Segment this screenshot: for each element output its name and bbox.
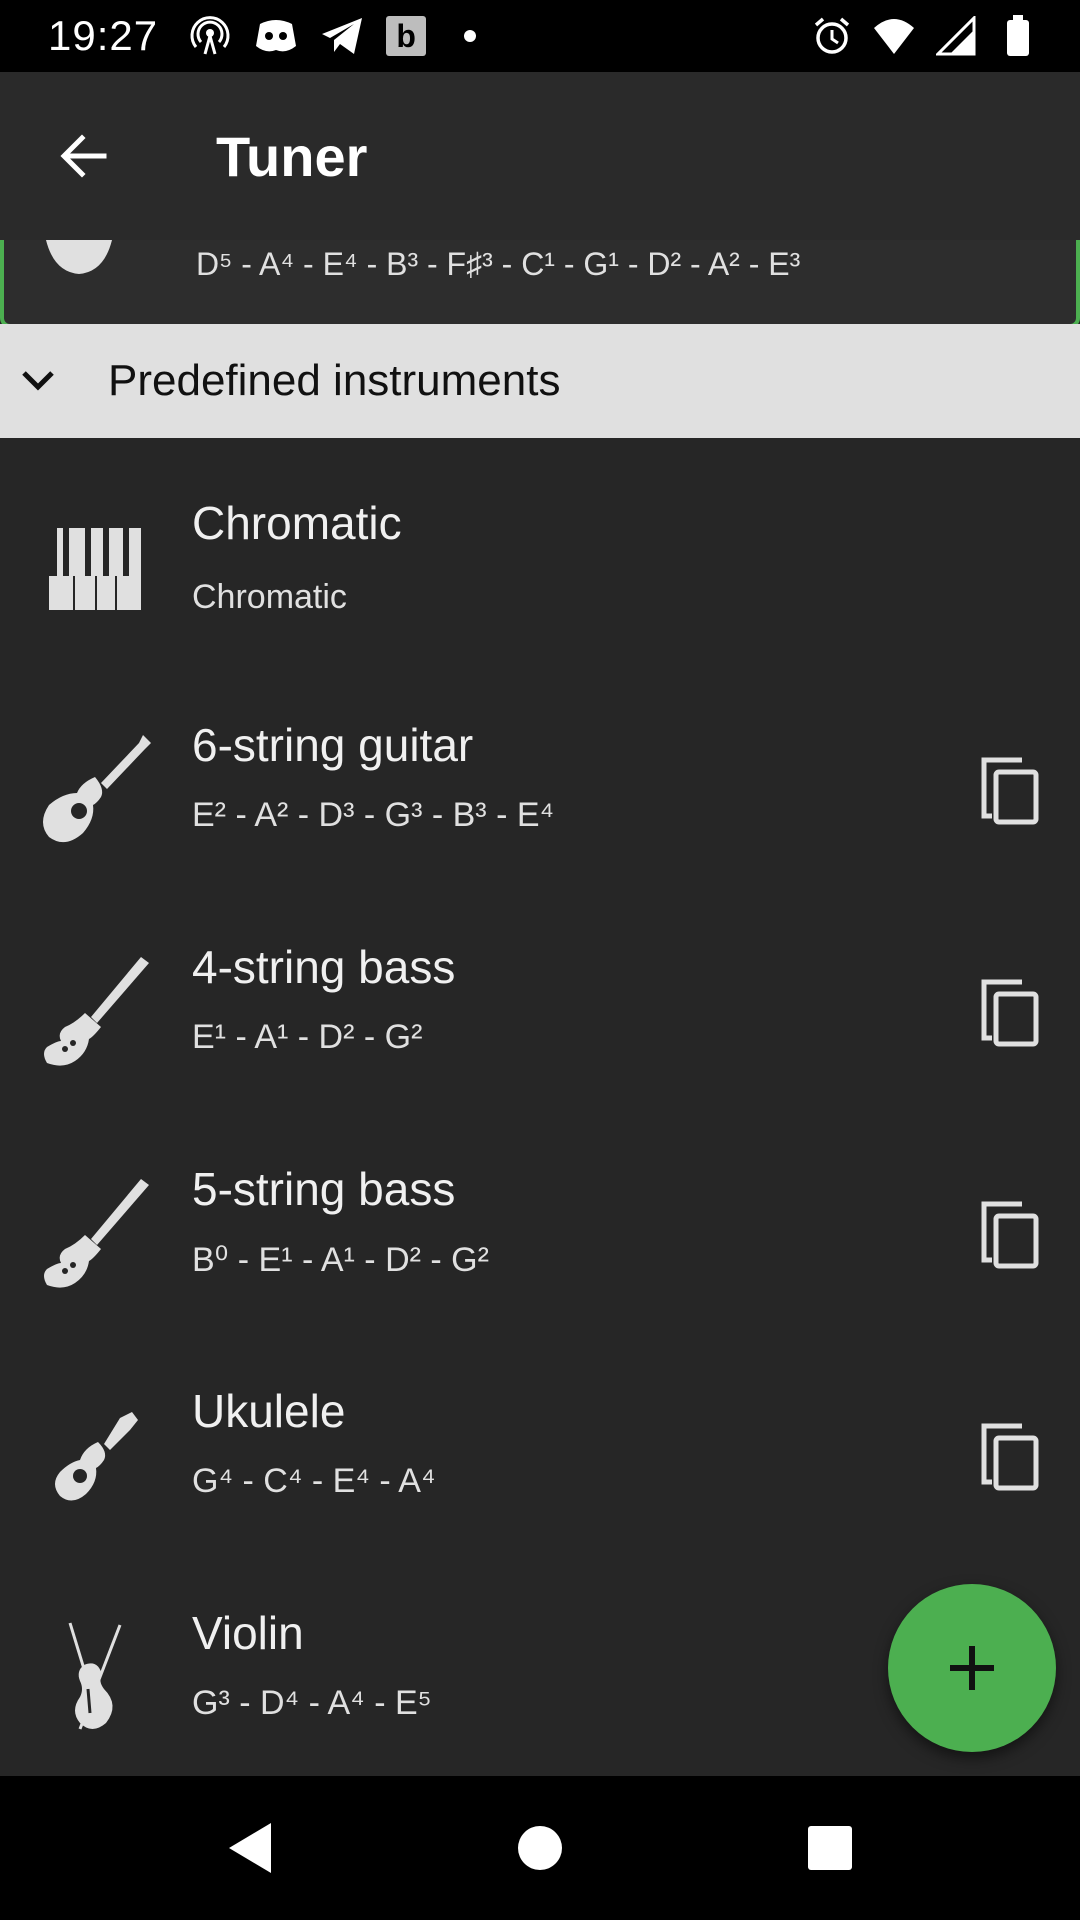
instrument-notes: Chromatic — [192, 578, 347, 616]
pick-icon — [44, 240, 114, 285]
instrument-name: 4-string bass — [192, 941, 456, 993]
status-time: 19:27 — [48, 12, 159, 59]
copy-button[interactable] — [970, 1412, 1050, 1502]
battery-icon — [996, 14, 1040, 58]
home-circle-icon — [518, 1826, 562, 1870]
piano-icon — [30, 504, 160, 634]
copy-icon — [981, 1201, 1039, 1269]
status-system-icons — [810, 0, 1040, 72]
instrument-notes: G³ - D⁴ - A⁴ - E⁵ — [192, 1684, 432, 1722]
status-bar: 19:27 b — [0, 0, 1080, 72]
list-item-6-string-guitar[interactable]: 6-string guitar E² - A² - D³ - G³ - B³ -… — [0, 660, 1080, 882]
copy-icon — [981, 757, 1039, 825]
instrument-name: 5-string bass — [192, 1163, 456, 1215]
list-item-ukulele[interactable]: Ukulele G⁴ - C⁴ - E⁴ - A⁴ — [0, 1326, 1080, 1548]
system-nav-bar — [0, 1776, 1080, 1920]
predefined-instrument-list: Chromatic Chromatic 6-string guitar E² -… — [0, 438, 1080, 1770]
ukulele-icon — [30, 1392, 160, 1522]
copy-icon — [981, 1423, 1039, 1491]
alarm-icon — [810, 14, 854, 58]
discord-icon — [254, 14, 298, 58]
instrument-name: Ukulele — [192, 1385, 346, 1437]
hotspot-icon — [188, 14, 232, 58]
instrument-notes: B⁰ - E¹ - A¹ - D² - G² — [192, 1241, 489, 1279]
copy-icon — [981, 979, 1039, 1047]
copy-button[interactable] — [970, 746, 1050, 836]
guitar-icon — [30, 726, 160, 856]
list-item-chromatic[interactable]: Chromatic Chromatic — [0, 438, 1080, 660]
nav-recents-button[interactable] — [770, 1788, 890, 1908]
recents-square-icon — [808, 1826, 852, 1870]
nav-back-button[interactable] — [190, 1788, 310, 1908]
list-item-5-string-bass[interactable]: 5-string bass B⁰ - E¹ - A¹ - D² - G² — [0, 1104, 1080, 1326]
chevron-down-icon — [2, 345, 74, 417]
selected-instrument-card[interactable]: D⁵ - A⁴ - E⁴ - B³ - F♯³ - C¹ - G¹ - D² -… — [0, 240, 1080, 328]
plus-icon — [950, 1646, 994, 1690]
nav-home-button[interactable] — [480, 1788, 600, 1908]
back-button[interactable] — [24, 96, 144, 216]
selected-instrument-notes: D⁵ - A⁴ - E⁴ - B³ - F♯³ - C¹ - G¹ - D² -… — [196, 246, 801, 282]
predefined-instruments-header[interactable]: Predefined instruments — [0, 324, 1080, 438]
bass-icon — [30, 948, 160, 1078]
copy-button[interactable] — [970, 968, 1050, 1058]
arrow-back-icon — [60, 134, 107, 178]
violin-icon — [30, 1614, 160, 1744]
instrument-notes: E² - A² - D³ - G³ - B³ - E⁴ — [192, 796, 555, 834]
b-app-icon: b — [386, 16, 427, 56]
add-instrument-button[interactable] — [888, 1584, 1056, 1752]
signal-icon — [934, 14, 978, 58]
copy-button[interactable] — [970, 1190, 1050, 1280]
status-notification-icons: b — [188, 14, 492, 58]
telegram-icon — [320, 14, 364, 58]
section-title: Predefined instruments — [108, 356, 561, 405]
wifi-icon — [872, 14, 916, 58]
instrument-list-content[interactable]: D⁵ - A⁴ - E⁴ - B³ - F♯³ - C¹ - G¹ - D² -… — [0, 240, 1080, 1776]
instrument-name: 6-string guitar — [192, 719, 474, 771]
bass-icon — [30, 1170, 160, 1300]
instrument-name: Violin — [192, 1607, 304, 1659]
instrument-name: Chromatic — [192, 497, 402, 549]
dot-icon — [448, 14, 492, 58]
list-item-4-string-bass[interactable]: 4-string bass E¹ - A¹ - D² - G² — [0, 882, 1080, 1104]
app-bar: Tuner — [0, 72, 1080, 240]
page-title: Tuner — [216, 124, 368, 188]
instrument-notes: E¹ - A¹ - D² - G² — [192, 1018, 423, 1056]
back-triangle-icon — [229, 1823, 271, 1873]
instrument-notes: G⁴ - C⁴ - E⁴ - A⁴ — [192, 1462, 436, 1500]
